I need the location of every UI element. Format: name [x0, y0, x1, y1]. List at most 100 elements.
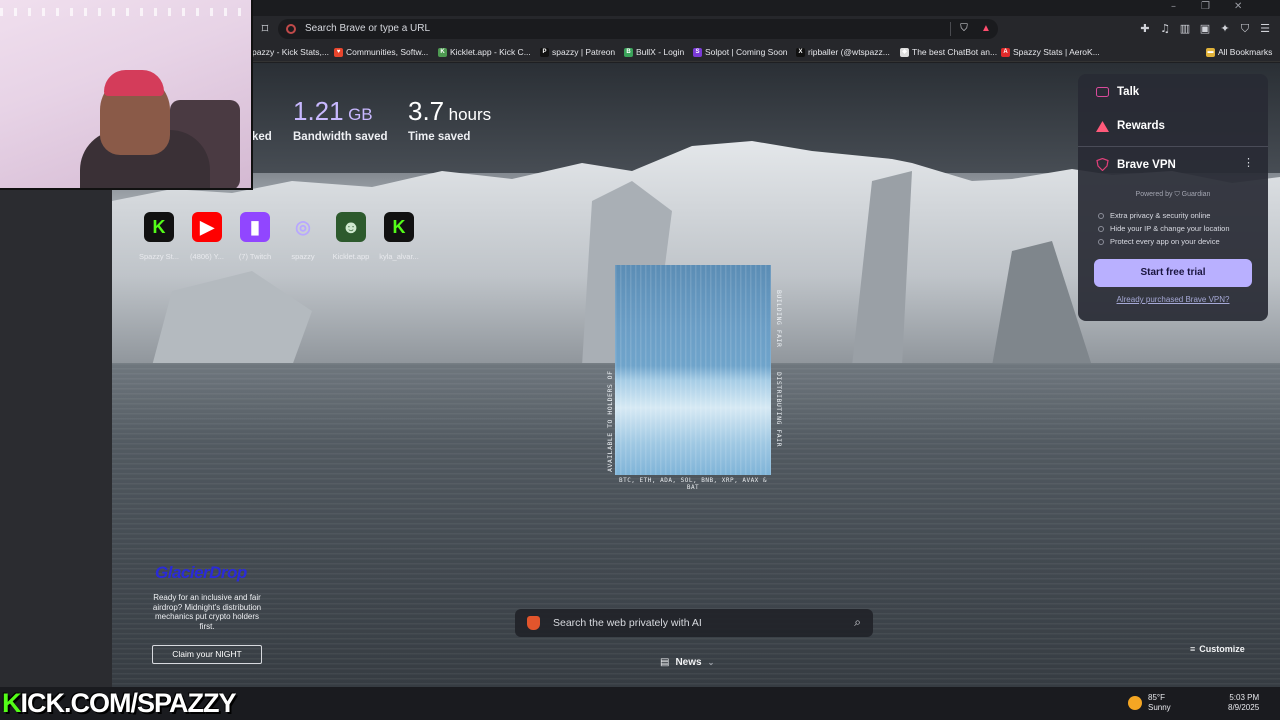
- bookmark-favicon-icon: A: [1001, 47, 1010, 57]
- leo-ai-icon[interactable]: ✦: [1218, 20, 1232, 38]
- vpn-feature: Extra privacy & security online: [1098, 211, 1210, 220]
- brave-rewards-icon[interactable]: ▲: [980, 22, 992, 36]
- site-favicon-icon: K: [384, 212, 414, 242]
- top-site-tile[interactable]: Kkyla_alvar...: [376, 212, 422, 261]
- panel-divider: [1078, 146, 1268, 147]
- top-site-tile[interactable]: ☻ Kicklet.app: [328, 212, 374, 261]
- card-text-building: BUILDING FAIR: [775, 290, 783, 348]
- bookmark-label: BullX - Login: [636, 47, 685, 57]
- minimize-button[interactable]: –: [1171, 1, 1176, 12]
- talk-item[interactable]: Talk: [1096, 86, 1139, 98]
- site-favicon-icon: ▶: [192, 212, 222, 242]
- address-divider: [950, 22, 951, 36]
- customize-icon: ≡: [1190, 644, 1196, 654]
- bookmark-item[interactable]: K Kicklet.app - Kick C...: [438, 45, 531, 59]
- rewards-label: Rewards: [1117, 120, 1165, 132]
- bookmark-item[interactable]: B BullX - Login: [624, 45, 684, 59]
- site-name: Spazzy St...: [138, 252, 180, 261]
- vpn-shield-icon: [1096, 158, 1109, 171]
- customize-button[interactable]: ≡ Customize: [1190, 644, 1245, 654]
- bookmark-favicon-icon: ◆: [900, 47, 909, 57]
- site-name: Kicklet.app: [332, 252, 370, 261]
- bookmark-label: Solpot | Coming Soon: [705, 47, 788, 57]
- search-placeholder: Search the web privately with AI: [553, 617, 702, 629]
- weather-widget[interactable]: 85°F Sunny: [1128, 693, 1171, 713]
- time-unit: hours: [448, 105, 492, 124]
- card-text-available: AVAILABLE TO HOLDERS OF: [606, 370, 614, 472]
- bandwidth-stat: 1.21 GB Bandwidth saved: [293, 96, 388, 143]
- bookmark-item[interactable]: A Spazzy Stats | AeroK...: [1001, 45, 1100, 59]
- site-favicon-icon: ◎: [295, 216, 311, 237]
- vpn-feature: Hide your IP & change your location: [1098, 224, 1230, 233]
- extensions-icon[interactable]: ✚: [1138, 20, 1152, 38]
- brave-shield-icon[interactable]: ⛉: [958, 22, 970, 36]
- media-icon[interactable]: ♫: [1158, 20, 1172, 38]
- bookmark-item[interactable]: ▬ All Bookmarks: [1206, 45, 1272, 59]
- already-purchased-link[interactable]: Already purchased Brave VPN?: [1078, 295, 1268, 304]
- bookmark-item[interactable]: S Solpot | Coming Soon: [693, 45, 788, 59]
- customize-label: Customize: [1199, 644, 1245, 654]
- bookmark-favicon-icon: X: [796, 47, 805, 57]
- bookmark-label: spazzy | Patreon: [552, 47, 616, 57]
- bookmark-favicon-icon: P: [540, 47, 549, 57]
- top-site-tile[interactable]: ◎ spazzy: [280, 212, 326, 262]
- vpn-label: Brave VPN: [1117, 158, 1176, 171]
- vpn-item[interactable]: Brave VPN: [1096, 158, 1176, 171]
- search-engine-icon: [286, 24, 296, 34]
- ad-description: Ready for an inclusive and fair airdrop?…: [152, 593, 262, 631]
- site-name: spazzy: [291, 252, 315, 261]
- bookmark-favicon-icon: ▬: [1206, 47, 1215, 57]
- rewards-icon: [1096, 120, 1109, 132]
- glacierdrop-card[interactable]: [615, 265, 771, 475]
- claim-night-button[interactable]: Claim your NIGHT: [152, 645, 262, 664]
- toolbar-icons: ✚ ♫ ▥ ▣ ✦ ⛉ ☰: [1138, 20, 1272, 38]
- start-free-trial-button[interactable]: Start free trial: [1094, 259, 1252, 287]
- address-bar[interactable]: Search Brave or type a URL ⛉ ▲: [278, 19, 998, 39]
- string-lights: [0, 8, 251, 16]
- rewards-item[interactable]: Rewards: [1096, 120, 1165, 132]
- top-site-tile[interactable]: ▮ (7) Twitch: [232, 212, 278, 261]
- search-box[interactable]: Search the web privately with AI ⌕: [515, 609, 873, 637]
- vpn-more-icon[interactable]: ⋮: [1243, 156, 1254, 169]
- talk-label: Talk: [1117, 86, 1140, 98]
- news-label: News: [675, 656, 702, 668]
- news-button[interactable]: ▤ News ⌄: [660, 652, 728, 672]
- bookmark-label: The best ChatBot an...: [912, 47, 998, 57]
- bookmark-item[interactable]: pazzy - Kick Stats,...: [252, 45, 329, 59]
- bookmark-label: Spazzy Stats | AeroK...: [1013, 47, 1100, 57]
- wallet-icon[interactable]: ▣: [1198, 20, 1212, 38]
- weather-sun-icon: [1128, 696, 1142, 710]
- vpn-icon[interactable]: ⛉: [1238, 20, 1252, 38]
- powered-by: Powered by ⛉ Guardian: [1135, 191, 1211, 198]
- news-icon: ▤: [660, 656, 670, 668]
- kick-channel-overlay: KICK.COM/SPAZZY: [2, 688, 237, 718]
- bookmark-item[interactable]: Xripballer (@wtspazz...: [796, 45, 890, 59]
- sidebar-icon[interactable]: ▥: [1178, 20, 1192, 38]
- top-site-tile[interactable]: ▶ (4806) Y...: [184, 212, 230, 261]
- menu-icon[interactable]: ☰: [1258, 20, 1272, 38]
- bookmark-icon[interactable]: ⌑: [258, 21, 272, 37]
- bookmark-favicon-icon: B: [624, 47, 633, 57]
- bookmark-label: pazzy - Kick Stats,...: [252, 47, 329, 57]
- glacierdrop-logo[interactable]: GlacierDrop: [155, 563, 247, 583]
- card-caption: BTC, ETH, ADA, SOL, BNB, XRP, AVAX & BAT: [618, 477, 768, 491]
- brave-logo-icon: [527, 616, 540, 630]
- bookmark-item[interactable]: ◆ The best ChatBot an...: [900, 45, 997, 59]
- chevron-down-icon: ⌄: [707, 657, 715, 667]
- search-icon[interactable]: ⌕: [854, 615, 861, 630]
- check-icon: [1098, 238, 1104, 245]
- bookmark-label: All Bookmarks: [1218, 47, 1273, 57]
- maximize-button[interactable]: ❐: [1201, 1, 1210, 12]
- bookmark-label: Communities, Softw...: [346, 47, 429, 57]
- bookmark-item[interactable]: Pspazzy | Patreon: [540, 45, 615, 59]
- webcam-overlay: [0, 0, 253, 190]
- site-favicon-icon: ☻: [336, 212, 366, 242]
- left-panel: [0, 190, 112, 687]
- close-button[interactable]: ✕: [1234, 1, 1242, 12]
- weather-condition: Sunny: [1148, 703, 1171, 712]
- taskbar-clock[interactable]: 5:03 PM 8/9/2025: [1228, 693, 1259, 713]
- top-site-tile[interactable]: K Spazzy St...: [136, 212, 182, 261]
- bookmark-item[interactable]: ♥ Communities, Softw...: [334, 45, 428, 59]
- blocked-label: ked: [252, 131, 272, 143]
- temperature: 85°F: [1148, 693, 1165, 702]
